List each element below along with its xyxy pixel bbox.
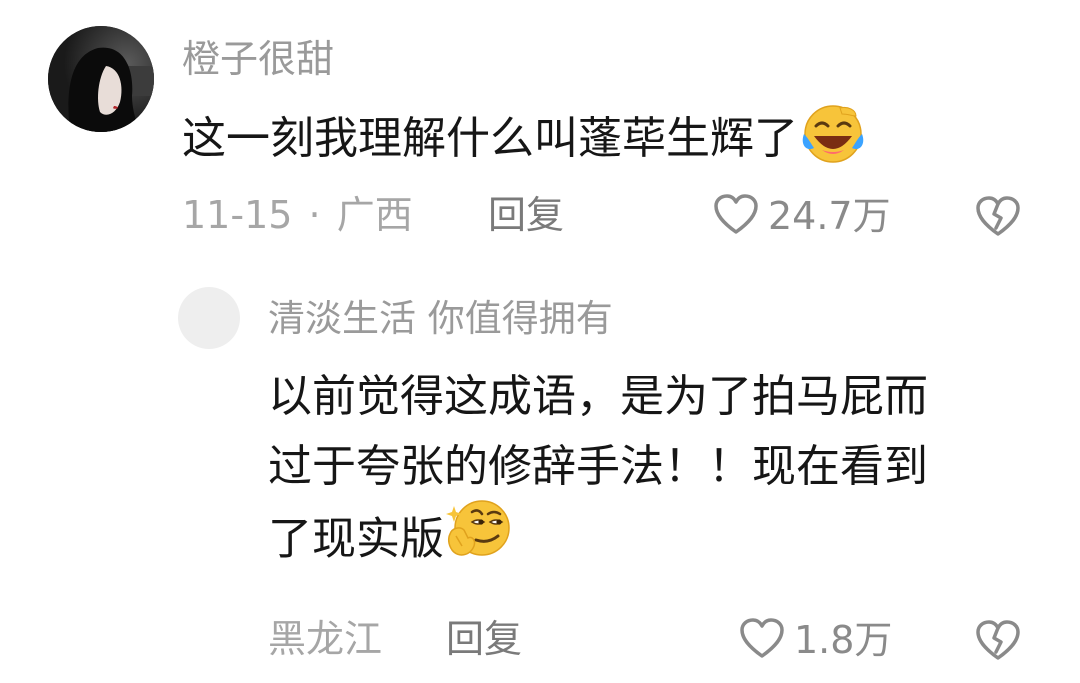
comment-location: 广西 <box>336 193 413 237</box>
comment-text: 这一刻我理解什么叫蓬荜生辉了 <box>182 113 798 164</box>
reply-button[interactable]: 回复 <box>488 196 564 234</box>
reply-avatar[interactable] <box>178 287 240 349</box>
reply-username[interactable]: 清淡生活 你值得拥有 <box>268 300 613 337</box>
avatar[interactable] <box>48 26 154 132</box>
reply-body: 以前觉得这成语，是为了拍马屁而 过于夸张的修辞手法！！现在看到 了现实版 <box>268 362 928 572</box>
heart-icon <box>738 616 786 664</box>
dislike-button[interactable] <box>974 194 1022 242</box>
broken-heart-icon <box>974 196 1022 242</box>
reply-reply-button[interactable]: 回复 <box>446 620 522 658</box>
reply-text-line: 过于夸张的修辞手法！！现在看到 <box>268 441 928 492</box>
meta-separator: · <box>308 193 321 237</box>
comment-body: 这一刻我理解什么叫蓬荜生辉了 <box>182 105 866 172</box>
comment-username[interactable]: 橙子很甜 <box>182 40 334 78</box>
comment-date: 11-15 <box>182 193 293 237</box>
thinking-smirk-emoji-icon <box>446 496 512 581</box>
comment-meta: 11-15 · 广西 <box>182 196 413 234</box>
reply-text-line: 了现实版 <box>268 513 444 565</box>
reply-like-count: 1.8万 <box>794 618 893 662</box>
like-button[interactable]: 24.7万 <box>712 192 891 240</box>
reply-like-button[interactable]: 1.8万 <box>738 616 892 664</box>
broken-heart-icon <box>974 620 1022 666</box>
reply-location: 黑龙江 <box>268 617 383 661</box>
like-count: 24.7万 <box>768 194 891 238</box>
comment-thread: 橙子很甜 这一刻我理解什么叫蓬荜生辉了 11-15 · 广西 回复 24.7万 … <box>0 0 1080 683</box>
crying-laughing-emoji-icon <box>800 102 866 172</box>
reply-dislike-button[interactable] <box>974 618 1022 666</box>
reply-text-line-last: 了现实版 <box>268 500 928 572</box>
reply-text-line: 以前觉得这成语，是为了拍马屁而 <box>268 371 928 422</box>
heart-icon <box>712 192 760 240</box>
